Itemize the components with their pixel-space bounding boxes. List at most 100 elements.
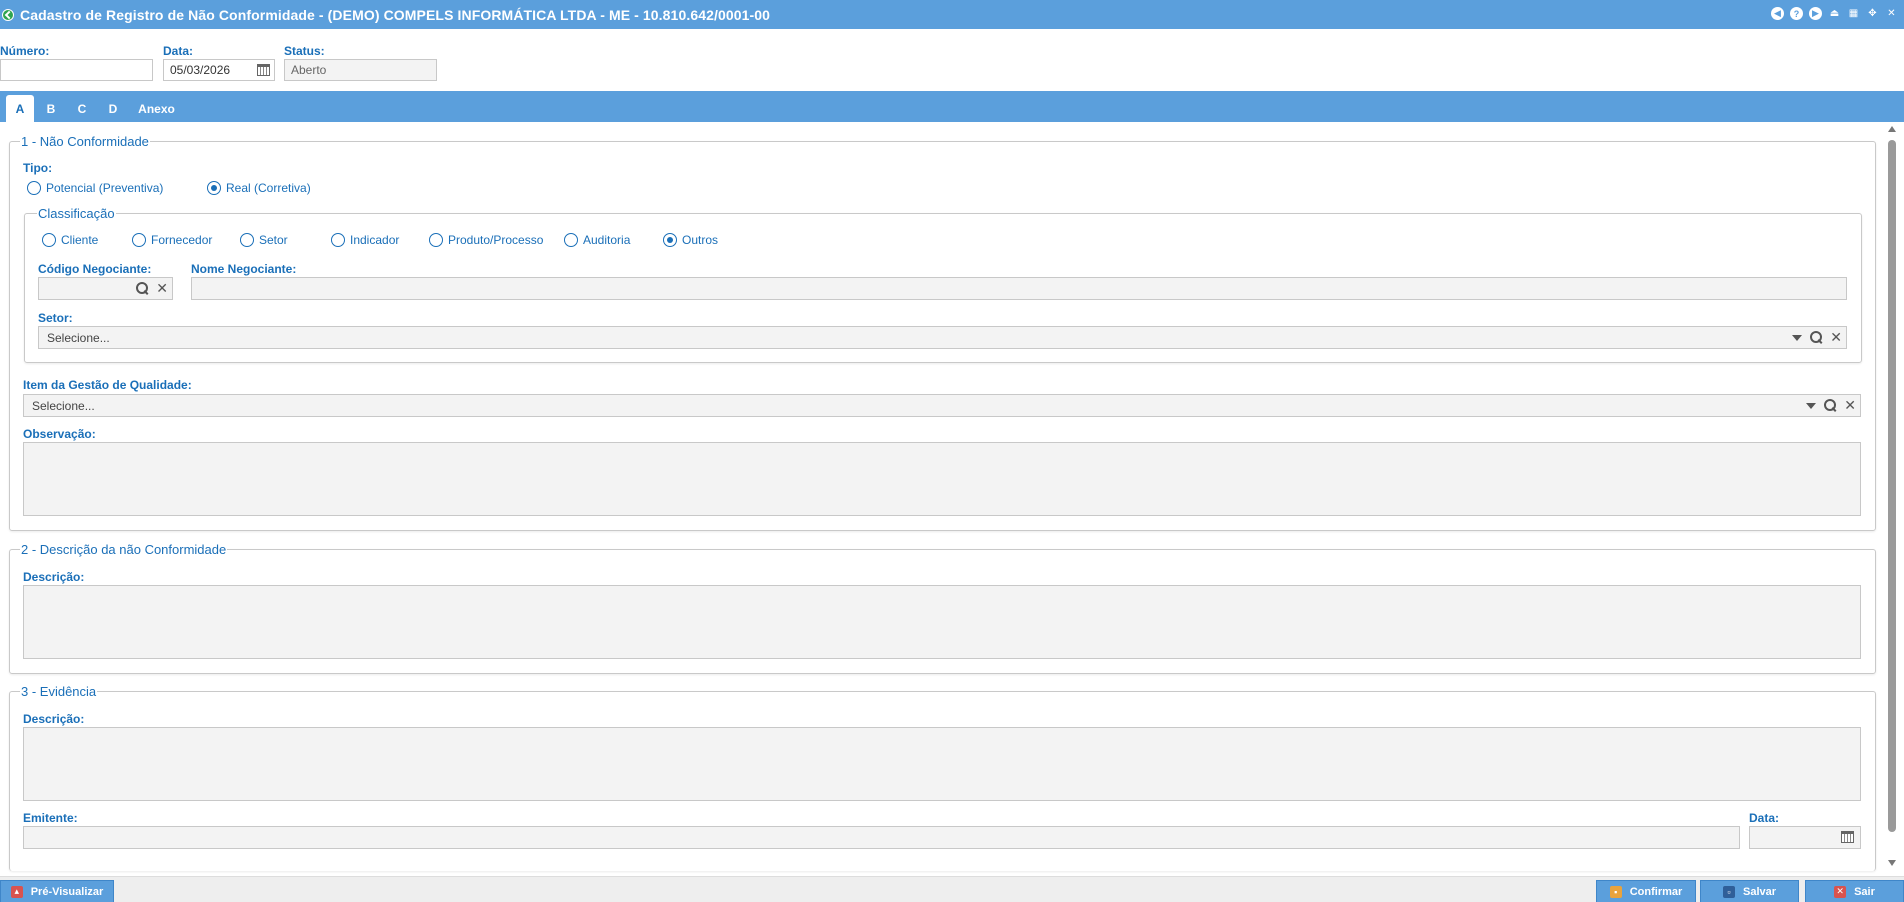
numero-field[interactable]	[0, 59, 153, 81]
radio-outros-label: Outros	[682, 233, 719, 247]
save-button-label: Salvar	[1742, 885, 1777, 898]
vertical-scrollbar[interactable]	[1886, 126, 1898, 866]
radio-potencial[interactable]: Potencial (Preventiva)	[27, 181, 163, 195]
scrollbar-thumb[interactable]	[1888, 140, 1896, 832]
restore-icon[interactable]: ✥	[1866, 7, 1879, 20]
search-icon[interactable]	[1810, 331, 1823, 343]
tab-d[interactable]: D	[102, 95, 124, 122]
close-icon[interactable]: ✕	[1885, 7, 1898, 20]
radio-potencial-dot[interactable]	[27, 181, 41, 195]
radio-setor[interactable]: Setor	[240, 233, 288, 247]
section2-descricao-label: Descrição:	[23, 570, 85, 584]
radio-indicador[interactable]: Indicador	[331, 233, 399, 247]
item-gestao-select[interactable]: Selecione... ✕	[23, 394, 1861, 417]
app-window: Cadastro de Registro de Não Conformidade…	[0, 0, 1904, 902]
data-value: 05/03/2026	[170, 63, 231, 77]
clear-icon[interactable]: ✕	[1830, 330, 1842, 344]
radio-setor-dot[interactable]	[240, 233, 254, 247]
emitente-label: Emitente:	[23, 811, 78, 825]
tab-bar: A B C D Anexo	[0, 91, 1904, 122]
date-picker-icon[interactable]	[257, 64, 270, 76]
pdf-icon: ▴	[10, 885, 23, 898]
radio-auditoria[interactable]: Auditoria	[564, 233, 630, 247]
exit-icon: ✕	[1834, 885, 1847, 898]
chevron-down-icon[interactable]	[1792, 335, 1803, 341]
exit-button-label: Sair	[1854, 885, 1875, 898]
tab-anexo[interactable]: Anexo	[134, 95, 179, 122]
preview-button[interactable]: ▴ Pré-Visualizar	[0, 880, 114, 902]
nome-negociante-label: Nome Negociante:	[191, 262, 297, 276]
radio-indicador-dot[interactable]	[331, 233, 345, 247]
search-icon[interactable]	[136, 282, 149, 294]
observacao-textarea[interactable]	[23, 442, 1861, 516]
save-button[interactable]: ▫ Salvar	[1700, 880, 1799, 902]
section2-descricao-textarea[interactable]	[23, 585, 1861, 659]
clear-icon[interactable]: ✕	[1844, 398, 1856, 412]
tipo-label: Tipo:	[23, 161, 53, 175]
calendar-icon[interactable]: ▦	[1847, 7, 1860, 20]
search-icon[interactable]	[1824, 399, 1837, 411]
radio-fornecedor-dot[interactable]	[132, 233, 146, 247]
clear-icon[interactable]: ✕	[156, 281, 168, 295]
section3-descricao-textarea[interactable]	[23, 727, 1861, 801]
radio-outros-dot[interactable]	[663, 233, 677, 247]
item-gestao-value: Selecione...	[32, 399, 95, 413]
section1-legend: 1 - Não Conformidade	[20, 134, 150, 149]
back-icon[interactable]: ◀	[1771, 7, 1784, 20]
classificacao-legend: Classificação	[37, 206, 116, 221]
codigo-negociante-label: Código Negociante:	[38, 262, 152, 276]
radio-indicador-label: Indicador	[350, 233, 400, 247]
section3-legend: 3 - Evidência	[20, 684, 98, 699]
date-picker-icon[interactable]	[1841, 831, 1854, 843]
tab-b[interactable]: B	[40, 95, 62, 122]
codigo-negociante-field[interactable]: ✕	[38, 277, 173, 300]
section3-descricao-label: Descrição:	[23, 712, 85, 726]
radio-outros[interactable]: Outros	[663, 233, 718, 247]
tab-a[interactable]: A	[6, 95, 34, 122]
tab-c[interactable]: C	[71, 95, 93, 122]
help-icon[interactable]: ?	[1790, 7, 1803, 20]
scroll-down-icon[interactable]	[1888, 860, 1896, 866]
setor-select[interactable]: Selecione... ✕	[38, 326, 1847, 349]
radio-produto-processo[interactable]: Produto/Processo	[429, 233, 543, 247]
radio-auditoria-dot[interactable]	[564, 233, 578, 247]
radio-setor-label: Setor	[259, 233, 288, 247]
radio-fornecedor[interactable]: Fornecedor	[132, 233, 212, 247]
preview-button-label: Pré-Visualizar	[30, 885, 104, 898]
app-icon	[2, 8, 14, 21]
observacao-label: Observação:	[23, 427, 96, 441]
radio-real-dot[interactable]	[207, 181, 221, 195]
evidencia-data-field[interactable]	[1749, 826, 1861, 849]
radio-cliente[interactable]: Cliente	[42, 233, 98, 247]
exit-button[interactable]: ✕ Sair	[1805, 880, 1904, 902]
chevron-down-icon[interactable]	[1806, 403, 1817, 409]
setor-label: Setor:	[38, 311, 73, 325]
emitente-field[interactable]	[23, 826, 1740, 849]
radio-fornecedor-label: Fornecedor	[151, 233, 213, 247]
window-title: Cadastro de Registro de Não Conformidade…	[20, 6, 771, 23]
forward-icon[interactable]: ▶	[1809, 7, 1822, 20]
nome-negociante-field	[191, 277, 1847, 300]
status-field: Aberto	[284, 59, 437, 81]
window-controls: ◀ ? ▶ ⏏ ▦ ✥ ✕	[1771, 7, 1898, 20]
evidencia-data-label: Data:	[1749, 811, 1780, 825]
confirm-button-label: Confirmar	[1629, 885, 1683, 898]
section2-legend: 2 - Descrição da não Conformidade	[20, 542, 228, 557]
radio-produto-processo-dot[interactable]	[429, 233, 443, 247]
status-label: Status:	[284, 44, 325, 58]
confirm-button[interactable]: ▪ Confirmar	[1596, 880, 1696, 902]
radio-produto-processo-label: Produto/Processo	[448, 233, 544, 247]
data-field[interactable]: 05/03/2026	[163, 59, 275, 81]
numero-label: Número:	[0, 44, 50, 58]
footer-bar: ▴ Pré-Visualizar ▪ Confirmar ▫ Salvar ✕ …	[0, 876, 1904, 902]
item-gestao-label: Item da Gestão de Qualidade:	[23, 378, 192, 392]
scroll-up-icon[interactable]	[1888, 126, 1896, 132]
upload-icon[interactable]: ⏏	[1828, 7, 1841, 20]
radio-real-label: Real (Corretiva)	[226, 181, 311, 195]
radio-cliente-dot[interactable]	[42, 233, 56, 247]
setor-select-value: Selecione...	[47, 331, 110, 345]
radio-potencial-label: Potencial (Preventiva)	[46, 181, 164, 195]
data-label: Data:	[163, 44, 194, 58]
title-bar: Cadastro de Registro de Não Conformidade…	[0, 0, 1904, 29]
radio-real[interactable]: Real (Corretiva)	[207, 181, 311, 195]
